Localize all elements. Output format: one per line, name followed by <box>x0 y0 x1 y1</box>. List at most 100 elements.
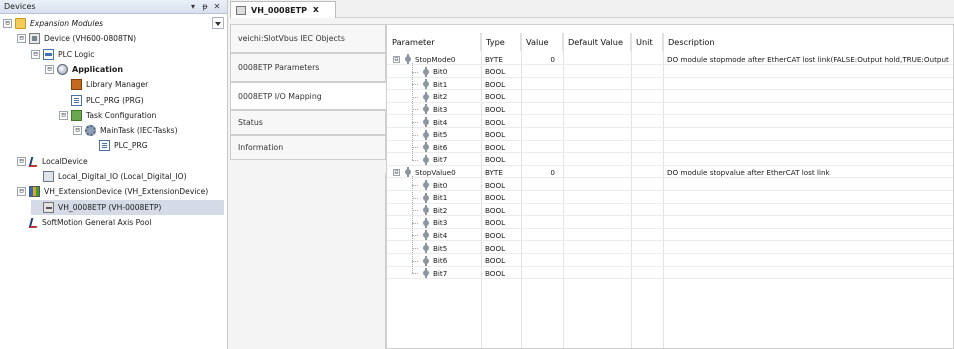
default-cell <box>567 91 631 103</box>
parameter-icon <box>423 230 429 241</box>
type-cell: BYTE <box>485 167 503 177</box>
editor-tab-vh-0008etp[interactable]: VH_0008ETP x <box>230 1 336 18</box>
tree-item[interactable]: ⊟ Task Configuration <box>59 108 156 123</box>
tree-expander-icon[interactable]: ⊟ <box>17 34 26 44</box>
table-row[interactable]: Bit1 BOOL <box>387 192 953 204</box>
side-tab[interactable]: veichi:SlotVbus IEC Objects <box>230 24 386 53</box>
value-cell[interactable] <box>525 217 563 229</box>
tree-expander-icon[interactable]: ⊟ <box>31 49 40 59</box>
parameter-name: StopMode0 <box>415 54 456 64</box>
description-cell <box>667 78 953 90</box>
tree-item-label: Library Manager <box>86 80 149 90</box>
value-cell[interactable] <box>525 103 563 115</box>
tree-item[interactable]: ⊟ MainTask (IEC-Tasks) <box>73 123 178 138</box>
tree-expander-icon[interactable]: ⊟ <box>17 187 26 197</box>
side-tab[interactable]: Information <box>230 135 386 160</box>
tree-item[interactable]: PLC_PRG (PRG) <box>59 93 144 108</box>
default-cell <box>567 267 631 279</box>
table-row[interactable]: ⊟ StopMode0 BYTE 0 DO module stopmode after … <box>387 53 953 65</box>
column-header[interactable]: Parameter <box>387 33 481 51</box>
parameter-cell: ⊟ StopValue0 <box>393 166 481 178</box>
tree-branch-line <box>412 159 418 161</box>
tree-expander-icon[interactable]: ⊟ <box>59 110 68 120</box>
default-cell <box>567 66 631 78</box>
dropdown-icon[interactable]: ▾ <box>187 2 199 11</box>
tab-close-icon[interactable]: x <box>313 5 319 15</box>
unit-cell <box>635 179 663 191</box>
table-row[interactable]: ⊟ StopValue0 BYTE 0 DO module stopvalue afte… <box>387 166 953 179</box>
column-header[interactable]: Description <box>663 33 953 51</box>
side-tab[interactable]: Status <box>230 110 386 135</box>
value-cell[interactable]: 0 <box>525 53 563 65</box>
value-cell[interactable] <box>525 255 563 267</box>
tree-expander-icon[interactable]: ⊟ <box>3 19 12 28</box>
parameter-cell: Bit5 <box>423 242 481 254</box>
row-expander-icon[interactable]: ⊟ <box>393 168 400 176</box>
value-cell[interactable] <box>525 192 563 204</box>
tree-item[interactable]: ⊟ VH_ExtensionDevice (VH_ExtensionDevice) <box>17 184 208 199</box>
tree-item[interactable]: ⊟ Expansion Modules <box>3 16 103 31</box>
table-row[interactable]: Bit6 BOOL <box>387 255 953 267</box>
default-cell <box>567 103 631 115</box>
parameter-cell: Bit1 <box>423 78 481 90</box>
tree-item[interactable]: ⊟ Device (VH600-0808TN) <box>17 31 136 46</box>
tree-item[interactable]: Library Manager <box>59 77 148 92</box>
pin-icon[interactable]: ᵽ <box>199 2 211 11</box>
type-cell: BOOL <box>485 130 506 140</box>
table-row[interactable]: Bit0 BOOL <box>387 66 953 78</box>
column-header[interactable]: Unit <box>631 33 663 51</box>
tree-branch-line <box>412 63 413 160</box>
tree-item[interactable]: VH_0008ETP (VH-0008ETP) <box>31 199 224 215</box>
table-row[interactable]: Bit4 BOOL <box>387 116 953 128</box>
table-row[interactable]: Bit2 BOOL <box>387 91 953 103</box>
row-expander-icon[interactable]: ⊟ <box>393 55 400 63</box>
tree-item[interactable]: PLC_PRG <box>87 138 148 153</box>
tree-item[interactable]: ⊟ LocalDevice <box>17 154 88 169</box>
value-cell[interactable] <box>525 204 563 216</box>
table-row[interactable]: Bit5 BOOL <box>387 242 953 254</box>
table-row[interactable]: Bit6 BOOL <box>387 141 953 154</box>
value-cell[interactable] <box>525 242 563 254</box>
value-cell[interactable] <box>525 179 563 191</box>
value-cell[interactable]: 0 <box>525 166 563 178</box>
tree-filter-dropdown-icon[interactable] <box>212 17 224 29</box>
table-row[interactable]: Bit7 BOOL <box>387 267 953 280</box>
value-cell[interactable] <box>525 267 563 279</box>
tree-expander-icon[interactable]: ⊟ <box>45 64 54 74</box>
value-cell[interactable] <box>525 154 563 166</box>
tree-item[interactable]: Local_Digital_IO (Local_Digital_IO) <box>31 169 187 184</box>
table-row[interactable]: Bit3 BOOL <box>387 103 953 116</box>
parameter-icon <box>405 167 411 178</box>
value-cell[interactable] <box>525 229 563 241</box>
side-tab[interactable]: 0008ETP I/O Mapping <box>230 82 388 110</box>
table-row[interactable]: Bit0 BOOL <box>387 179 953 191</box>
tree-item-label: PLC_PRG (PRG) <box>86 95 144 105</box>
column-header[interactable]: Type <box>481 33 521 51</box>
unit-cell <box>635 255 663 267</box>
tree-item[interactable]: SoftMotion General Axis Pool <box>17 215 151 230</box>
value-cell[interactable] <box>525 116 563 128</box>
side-tab[interactable]: 0008ETP Parameters <box>230 53 386 82</box>
value-cell[interactable] <box>525 141 563 153</box>
table-row[interactable]: Bit1 BOOL <box>387 78 953 91</box>
tree-item-label: PLC_PRG <box>114 141 148 151</box>
value-cell[interactable] <box>525 91 563 103</box>
close-icon[interactable]: ✕ <box>211 2 223 11</box>
table-row[interactable]: Bit2 BOOL <box>387 204 953 217</box>
parameter-name: Bit5 <box>433 130 448 140</box>
column-header[interactable]: Value <box>521 33 563 51</box>
parameter-cell: Bit2 <box>423 204 481 216</box>
value-cell[interactable] <box>525 129 563 141</box>
table-row[interactable]: Bit5 BOOL <box>387 129 953 141</box>
tree-expander-icon[interactable]: ⊟ <box>17 156 26 166</box>
tree-item[interactable]: ⊟ PLC Logic <box>31 47 94 62</box>
table-row[interactable]: Bit3 BOOL <box>387 217 953 229</box>
table-row[interactable]: Bit4 BOOL <box>387 229 953 242</box>
value-cell[interactable] <box>525 78 563 90</box>
description-cell <box>667 242 953 254</box>
tree-item[interactable]: ⊟ Application <box>45 62 123 77</box>
tree-expander-icon[interactable]: ⊟ <box>73 126 82 136</box>
table-row[interactable]: Bit7 BOOL <box>387 154 953 166</box>
value-cell[interactable] <box>525 66 563 78</box>
column-header[interactable]: Default Value <box>563 33 631 51</box>
